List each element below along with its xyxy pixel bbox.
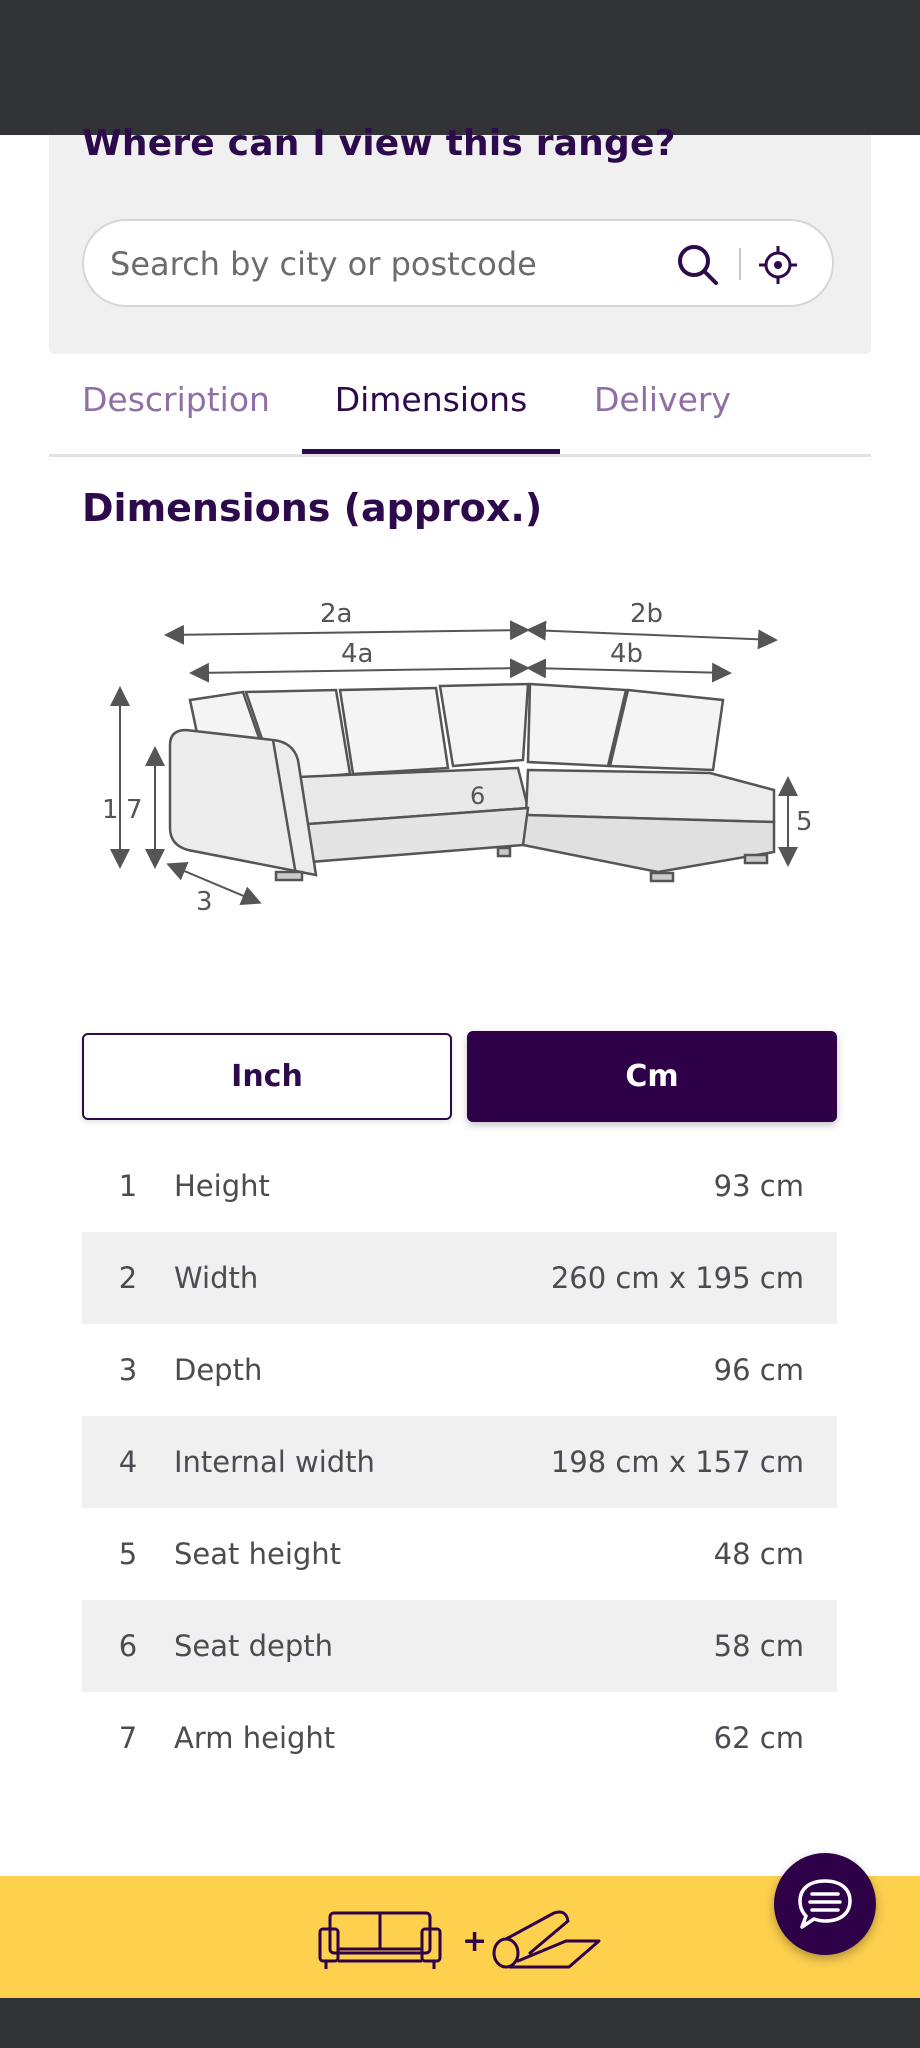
dimension-line-3 [166, 861, 262, 906]
rug-icon [492, 1910, 601, 1969]
store-locator-panel: Where can I view this range? [49, 123, 871, 354]
label-4b: 4b [610, 639, 643, 669]
chat-icon [798, 1879, 852, 1929]
label-3: 3 [196, 887, 213, 917]
label-2b: 2b [630, 599, 663, 629]
row-value: 48 cm [713, 1537, 804, 1571]
row-label: Height [174, 1169, 270, 1203]
row-number: 4 [118, 1445, 138, 1479]
product-tabs: Description Dimensions Delivery [49, 370, 871, 457]
store-locator-title: Where can I view this range? [82, 123, 676, 164]
dimensions-table: 1 Height 93 cm 2 Width 260 cm x 195 cm 3… [82, 1140, 837, 1784]
unit-inch-button[interactable]: Inch [82, 1033, 452, 1120]
row-number: 2 [118, 1261, 138, 1295]
store-search-box [82, 219, 834, 307]
promo-icons: + [318, 1910, 601, 1969]
row-label: Seat depth [174, 1629, 334, 1663]
store-search-input[interactable] [108, 241, 632, 287]
row-value: 93 cm [713, 1169, 804, 1203]
status-bar [0, 0, 920, 135]
row-value: 260 cm x 195 cm [550, 1261, 804, 1295]
row-number: 1 [118, 1169, 138, 1203]
label-1: 1 [102, 795, 119, 825]
row-label: Depth [174, 1353, 263, 1387]
locate-icon[interactable] [756, 243, 800, 287]
sofa-dimension-diagram: 2a 2b 4a 4b 1 7 5 3 6 [102, 599, 813, 917]
dimension-row-arm-height: 7 Arm height 62 cm [82, 1692, 837, 1784]
row-number: 5 [118, 1537, 138, 1571]
tab-delivery[interactable]: Delivery [594, 380, 764, 454]
row-value: 58 cm [713, 1629, 804, 1663]
dimension-row-internal-width: 4 Internal width 198 cm x 157 cm [82, 1416, 837, 1508]
row-value: 62 cm [713, 1721, 804, 1755]
promo-plus: + [462, 1924, 487, 1959]
chat-button[interactable] [774, 1853, 876, 1955]
search-divider [739, 248, 741, 280]
dimension-row-width: 2 Width 260 cm x 195 cm [82, 1232, 837, 1324]
row-number: 6 [118, 1629, 138, 1663]
row-value: 96 cm [713, 1353, 804, 1387]
tab-dimensions[interactable]: Dimensions [302, 380, 560, 454]
label-7: 7 [126, 795, 143, 825]
label-4a: 4a [341, 639, 373, 669]
tab-description[interactable]: Description [82, 380, 292, 454]
label-6: 6 [470, 782, 485, 810]
dimensions-title: Dimensions (approx.) [82, 486, 543, 530]
search-icon[interactable] [674, 241, 722, 289]
dimension-row-depth: 3 Depth 96 cm [82, 1324, 837, 1416]
row-value: 198 cm x 157 cm [550, 1445, 804, 1479]
row-label: Internal width [174, 1445, 375, 1479]
label-5: 5 [796, 807, 813, 837]
row-label: Arm height [174, 1721, 336, 1755]
sofa-icon [318, 1911, 442, 1969]
dimension-line-2a [164, 620, 530, 645]
row-number: 7 [118, 1721, 138, 1755]
label-2a: 2a [320, 599, 352, 629]
row-label: Seat height [174, 1537, 342, 1571]
row-label: Width [174, 1261, 259, 1295]
dimension-row-height: 1 Height 93 cm [82, 1140, 837, 1232]
dimension-row-seat-depth: 6 Seat depth 58 cm [82, 1600, 837, 1692]
unit-cm-button[interactable]: Cm [467, 1031, 837, 1122]
row-number: 3 [118, 1353, 138, 1387]
dimension-row-seat-height: 5 Seat height 48 cm [82, 1508, 837, 1600]
dimension-line-2b [526, 620, 778, 650]
bottom-nav-bar [0, 1998, 920, 2048]
